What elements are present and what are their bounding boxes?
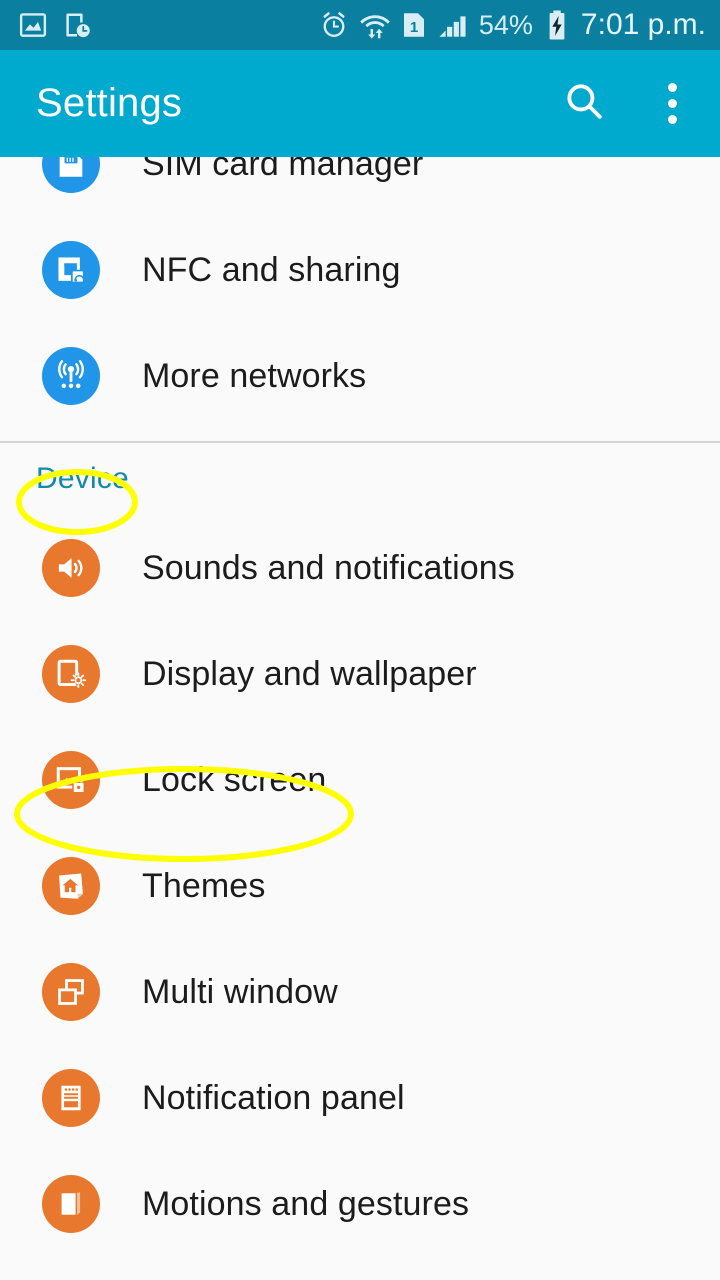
notification-panel-icon: [42, 1069, 100, 1127]
list-item-label: More networks: [142, 357, 366, 396]
overflow-dot-2: [668, 99, 677, 108]
lock-screen-icon: [42, 751, 100, 809]
page-title: Settings: [36, 81, 182, 126]
device-clock-icon: [62, 10, 92, 40]
list-item-label: Multi window: [142, 973, 338, 1012]
section-header-device: Device: [0, 443, 720, 515]
list-item-motions-and-gestures[interactable]: Motions and gestures: [0, 1151, 720, 1257]
status-bar-clock: 7:01 p.m.: [581, 8, 706, 42]
svg-text:1: 1: [410, 19, 418, 36]
section-title: Device: [36, 462, 129, 496]
search-button[interactable]: [556, 76, 612, 132]
sim-card-icon: 1: [401, 10, 427, 40]
list-item-label: Notification panel: [142, 1079, 405, 1118]
app-bar: Settings: [0, 50, 720, 157]
motions-gestures-icon: [42, 1175, 100, 1233]
list-item-multi-window[interactable]: Multi window: [0, 939, 720, 1045]
list-item-label: Sounds and notifications: [142, 549, 515, 588]
list-item-label: Themes: [142, 867, 265, 906]
settings-list[interactable]: SIM card manager NFC and sharing: [0, 157, 720, 1280]
speaker-icon: [42, 539, 100, 597]
list-item-display-and-wallpaper[interactable]: Display and wallpaper: [0, 621, 720, 727]
themes-house-icon: [42, 857, 100, 915]
list-item-notification-panel[interactable]: Notification panel: [0, 1045, 720, 1151]
status-bar: 1 54% 7:01 p.m.: [0, 0, 720, 50]
list-item-label: Lock screen: [142, 761, 326, 800]
list-item-label: NFC and sharing: [142, 251, 401, 290]
multi-window-icon: [42, 963, 100, 1021]
list-item-themes[interactable]: Themes: [0, 833, 720, 939]
app-bar-actions: [556, 76, 692, 132]
nfc-sharing-icon: [42, 241, 100, 299]
list-item-label: Display and wallpaper: [142, 655, 477, 694]
display-brightness-icon: [42, 645, 100, 703]
screenshot-capture-icon: [18, 10, 48, 40]
status-bar-right-icons: 1 54% 7:01 p.m.: [319, 8, 706, 42]
signal-bars-icon: [437, 10, 469, 40]
list-item-lock-screen[interactable]: Lock screen: [0, 727, 720, 833]
alarm-icon: [319, 10, 349, 40]
list-item-more-networks[interactable]: More networks: [0, 323, 720, 429]
status-bar-left-icons: [18, 10, 92, 40]
settings-screen: 1 54% 7:01 p.m. Setting: [0, 0, 720, 1280]
battery-charging-icon: [545, 9, 569, 41]
overflow-dot-3: [668, 115, 677, 124]
list-item-sounds-and-notifications[interactable]: Sounds and notifications: [0, 515, 720, 621]
list-item-nfc-and-sharing[interactable]: NFC and sharing: [0, 217, 720, 323]
list-item-label: Motions and gestures: [142, 1185, 469, 1224]
overflow-menu-button[interactable]: [652, 76, 692, 132]
wifi-transfer-icon: [359, 10, 391, 40]
overflow-dot-1: [668, 83, 677, 92]
more-networks-icon: [42, 347, 100, 405]
search-icon: [562, 79, 606, 128]
battery-percent-label: 54%: [479, 10, 533, 41]
